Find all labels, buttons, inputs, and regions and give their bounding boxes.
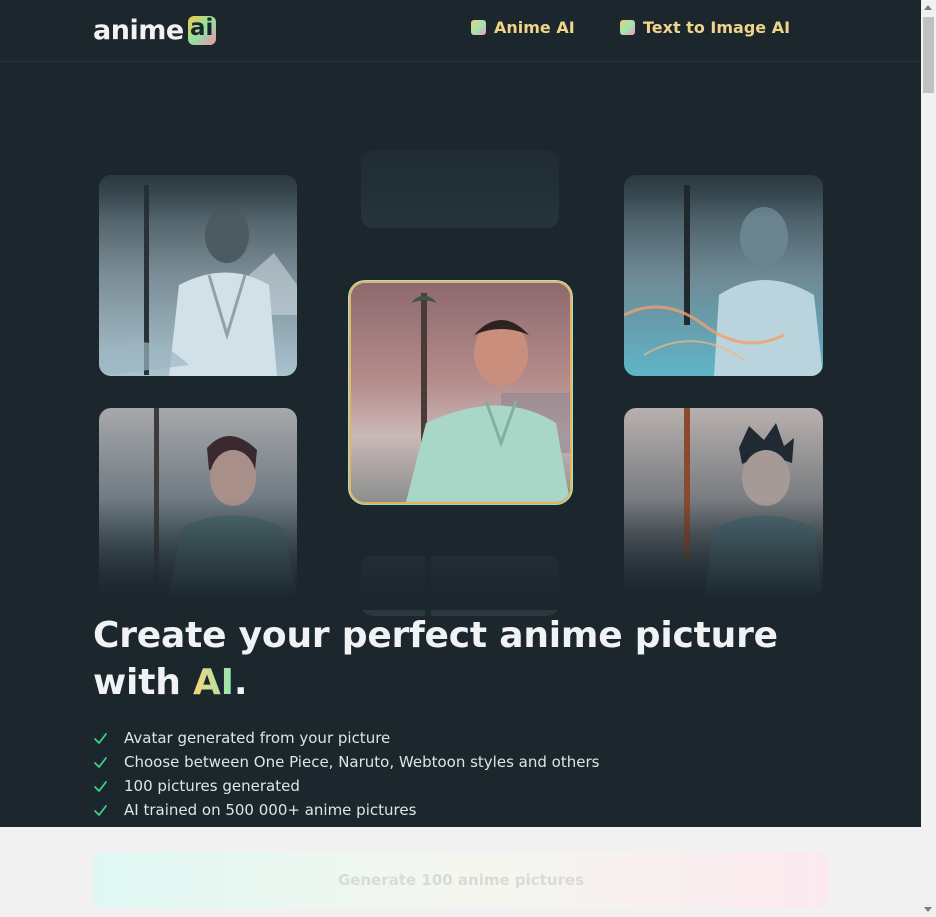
check-icon bbox=[94, 780, 107, 792]
nav-text-to-image-ai[interactable]: Text to Image AI bbox=[620, 18, 790, 37]
logo-badge: ai bbox=[187, 15, 216, 45]
check-icon bbox=[94, 732, 107, 744]
headline-accent: AI bbox=[192, 662, 234, 703]
vertical-scrollbar[interactable] bbox=[921, 0, 936, 917]
list-item: Avatar generated from your picture bbox=[93, 726, 599, 750]
bottom-fade-overlay bbox=[0, 500, 921, 610]
feature-text: 100 pictures generated bbox=[124, 777, 300, 795]
generate-button[interactable]: Generate 100 anime pictures bbox=[93, 852, 829, 908]
list-item: 100 pictures generated bbox=[93, 774, 599, 798]
check-icon bbox=[94, 804, 107, 816]
top-fade-overlay bbox=[0, 100, 921, 220]
sticky-cta-bar: Generate 100 anime pictures bbox=[0, 827, 921, 917]
check-icon bbox=[94, 756, 107, 768]
site-header: anime ai Anime AI Text to Image AI bbox=[0, 0, 921, 62]
gradient-square-icon bbox=[471, 20, 486, 35]
headline-end: . bbox=[233, 662, 248, 703]
logo-badge-text: ai bbox=[189, 15, 214, 41]
anime-ai-logo[interactable]: anime ai bbox=[93, 14, 216, 46]
source-photo bbox=[351, 283, 570, 502]
scroll-up-arrow-icon[interactable] bbox=[924, 5, 932, 10]
nav-text-to-image-ai-label: Text to Image AI bbox=[643, 18, 791, 37]
nav-anime-ai[interactable]: Anime AI bbox=[471, 18, 575, 37]
list-item: AI trained on 500 000+ anime pictures bbox=[93, 798, 599, 822]
scrollbar-thumb[interactable] bbox=[923, 17, 934, 93]
list-item: Choose between One Piece, Naruto, Webtoo… bbox=[93, 750, 599, 774]
scroll-down-arrow-icon[interactable] bbox=[924, 907, 932, 912]
feature-text: Choose between One Piece, Naruto, Webtoo… bbox=[124, 753, 600, 771]
feature-text: AI trained on 500 000+ anime pictures bbox=[124, 801, 417, 819]
logo-text: anime bbox=[93, 14, 184, 46]
page: anime ai Anime AI Text to Image AI Creat… bbox=[0, 0, 921, 917]
page-title: Create your perfect anime picture with A… bbox=[93, 612, 853, 706]
feature-text: Avatar generated from your picture bbox=[124, 729, 391, 747]
generate-button-label: Generate 100 anime pictures bbox=[337, 871, 585, 889]
feature-list: Avatar generated from your picture Choos… bbox=[93, 726, 599, 822]
gradient-square-icon bbox=[620, 20, 635, 35]
nav-anime-ai-label: Anime AI bbox=[494, 18, 575, 37]
